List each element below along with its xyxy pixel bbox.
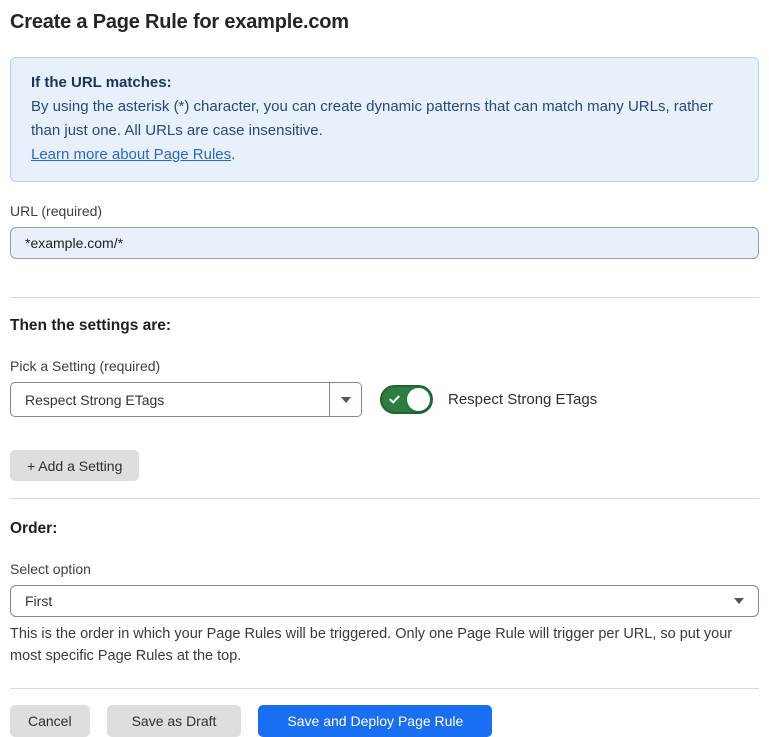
chevron-down-icon — [734, 598, 744, 604]
section-divider — [10, 297, 759, 298]
check-icon — [389, 394, 400, 405]
pick-setting-label: Pick a Setting (required) — [10, 358, 759, 374]
toggle-label: Respect Strong ETags — [448, 391, 597, 408]
info-box-heading: If the URL matches: — [31, 71, 738, 95]
setting-select-arrow-button[interactable] — [329, 383, 361, 416]
order-select-value: First — [25, 593, 52, 609]
learn-more-link[interactable]: Learn more about Page Rules — [31, 146, 231, 163]
info-box-body: By using the asterisk (*) character, you… — [31, 95, 738, 143]
url-field-label: URL (required) — [10, 203, 759, 219]
section-divider — [10, 498, 759, 499]
url-input[interactable] — [10, 227, 759, 259]
footer-divider — [10, 688, 759, 689]
save-deploy-button[interactable]: Save and Deploy Page Rule — [258, 705, 492, 737]
add-setting-button[interactable]: + Add a Setting — [10, 450, 139, 481]
setting-row: Respect Strong ETags Respect Strong ETag… — [10, 382, 759, 417]
setting-select-value: Respect Strong ETags — [11, 383, 329, 416]
toggle-knob — [407, 388, 430, 411]
setting-toggle[interactable] — [380, 385, 433, 414]
order-section-heading: Order: — [10, 520, 759, 538]
order-select[interactable]: First — [10, 585, 759, 617]
page-title: Create a Page Rule for example.com — [10, 11, 759, 34]
save-draft-button[interactable]: Save as Draft — [107, 705, 242, 737]
footer-buttons: Cancel Save as Draft Save and Deploy Pag… — [10, 705, 759, 737]
order-select-label: Select option — [10, 561, 759, 577]
order-help-text: This is the order in which your Page Rul… — [10, 623, 759, 667]
settings-section-heading: Then the settings are: — [10, 317, 759, 335]
cancel-button[interactable]: Cancel — [10, 705, 90, 737]
create-page-rule-form: Create a Page Rule for example.com If th… — [0, 0, 769, 737]
setting-select[interactable]: Respect Strong ETags — [10, 382, 362, 417]
url-match-info-box: If the URL matches: By using the asteris… — [10, 57, 759, 182]
chevron-down-icon — [341, 397, 351, 403]
link-suffix: . — [231, 146, 235, 163]
info-box-link-line: Learn more about Page Rules. — [31, 143, 738, 167]
